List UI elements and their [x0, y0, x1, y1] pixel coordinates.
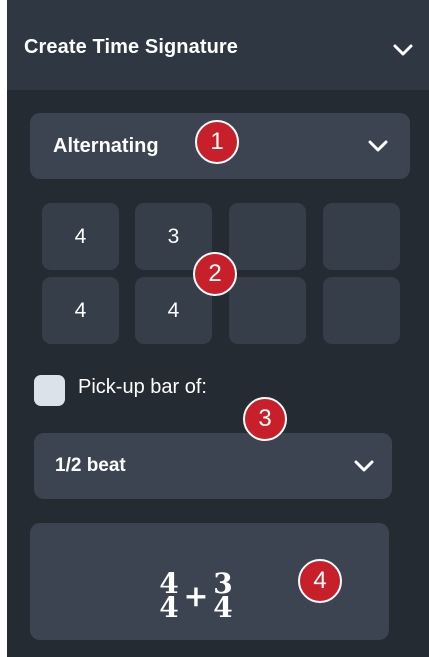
panel-header[interactable]: Create Time Signature [7, 0, 429, 90]
callout-badge-3: 3 [243, 397, 287, 441]
numerator-field-1[interactable]: 4 [42, 203, 119, 270]
pickup-duration-dropdown[interactable]: 1/2 beat [34, 433, 392, 499]
denominator-field-3[interactable] [229, 277, 306, 344]
chevron-down-icon[interactable] [391, 42, 415, 58]
callout-badge-1: 1 [195, 120, 239, 164]
time-signature-preview-glyph: 4 4 + 3 4 [159, 570, 232, 622]
numerator-field-4[interactable] [323, 203, 400, 270]
callout-badge-2: 2 [193, 252, 237, 296]
callout-badge-4: 4 [298, 559, 342, 603]
time-signature-panel: Create Time Signature Alternating 4 3 4 … [7, 0, 429, 657]
chevron-down-icon [354, 460, 374, 472]
denominator-field-4[interactable] [323, 277, 400, 344]
pickup-duration-value: 1/2 beat [55, 455, 126, 476]
pickup-bar-label: Pick-up bar of: [78, 376, 207, 398]
numerator-field-3[interactable] [229, 203, 306, 270]
chevron-down-icon [368, 140, 388, 152]
denominator-field-1[interactable]: 4 [42, 277, 119, 344]
preview-operator: + [183, 579, 208, 614]
preview-first-denominator: 4 [159, 591, 178, 622]
preview-second-denominator: 4 [213, 591, 232, 622]
pickup-bar-checkbox[interactable] [34, 375, 65, 406]
signature-type-value: Alternating [53, 135, 159, 157]
panel-title: Create Time Signature [24, 36, 239, 58]
